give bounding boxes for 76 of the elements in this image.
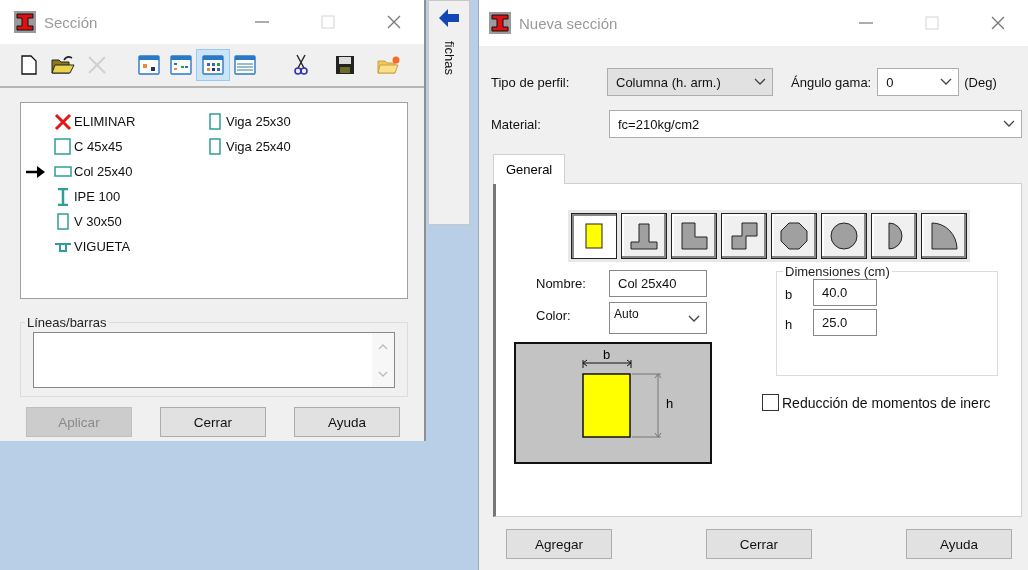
dialog-button[interactable]: Cerrar xyxy=(160,407,266,437)
left-arrow-icon xyxy=(439,9,459,27)
material-dropdown[interactable]: fc=210kg/cm2 xyxy=(609,110,1022,138)
list-view-icon xyxy=(202,55,224,75)
tall-rectangle-section-icon xyxy=(208,113,221,130)
group-label: Dimensiones (cm) xyxy=(784,264,891,279)
i-beam-icon xyxy=(56,187,69,206)
chevron-down-icon xyxy=(1003,120,1015,128)
chevron-down-icon xyxy=(688,315,700,323)
small-icons-view-icon xyxy=(170,55,192,75)
angle-dropdown[interactable]: 0 xyxy=(877,68,960,96)
shape-button[interactable] xyxy=(671,213,717,259)
shape-button[interactable] xyxy=(871,213,917,259)
window-title: Nueva sección xyxy=(519,14,619,32)
chevron-down-icon xyxy=(754,78,766,86)
dialog-button[interactable]: Agregar xyxy=(506,529,612,559)
x-mark-icon xyxy=(53,112,72,131)
new-file-icon xyxy=(21,55,37,75)
section-item[interactable]: IPE 100 xyxy=(21,184,173,209)
field-label: Material: xyxy=(491,116,542,132)
details-view-icon xyxy=(234,55,256,75)
dimension-line xyxy=(582,359,632,369)
field-label: b xyxy=(785,286,794,302)
tab[interactable]: General xyxy=(493,154,566,184)
shape-button[interactable] xyxy=(571,213,617,259)
joist-section-icon xyxy=(53,241,72,252)
section-item[interactable]: ELIMINAR xyxy=(21,109,173,134)
shape-button[interactable] xyxy=(621,213,667,259)
close-button[interactable] xyxy=(386,14,402,30)
profile-type-dropdown[interactable]: Columna (h. arm.) xyxy=(607,68,773,96)
tab-label: fichas xyxy=(441,41,457,75)
section-item[interactable]: Viga 25x30 xyxy=(173,109,323,134)
section-shape xyxy=(582,373,631,438)
field-label: Ángulo gama: xyxy=(791,74,872,90)
shape-button[interactable] xyxy=(771,213,817,259)
delete-icon xyxy=(87,55,107,75)
large-icons-view-icon xyxy=(138,55,160,75)
rectangle-section-icon xyxy=(53,166,72,177)
dimension-field[interactable]: 25.0 xyxy=(813,309,877,336)
section-item[interactable]: C 45x45 xyxy=(21,134,173,159)
field-label: Tipo de perfil: xyxy=(491,74,571,90)
unit-label: (Deg) xyxy=(964,74,997,90)
tall-rectangle-section-icon xyxy=(208,138,221,155)
app-icon xyxy=(489,12,511,34)
section-item[interactable]: Viga 25x40 xyxy=(173,134,323,159)
field-label: Nombre: xyxy=(535,276,587,291)
close-button[interactable] xyxy=(990,15,1006,31)
section-item[interactable]: VIGUETA xyxy=(21,234,173,259)
new-folder-icon xyxy=(377,55,401,75)
checkbox[interactable] xyxy=(762,394,779,411)
tall-rectangle-section-icon xyxy=(56,213,69,230)
name-field[interactable]: Col 25x40 xyxy=(609,270,707,297)
dimension-line xyxy=(631,373,662,438)
field-label: h xyxy=(785,316,794,332)
dialog-button[interactable]: Ayuda xyxy=(906,529,1012,559)
side-tab[interactable]: fichas xyxy=(428,0,470,225)
dimension-label: h xyxy=(666,396,674,411)
square-section-icon xyxy=(54,138,71,155)
dialog-button[interactable]: Cerrar xyxy=(706,529,812,559)
section-item[interactable]: Col 25x40 xyxy=(21,159,173,184)
shape-button[interactable] xyxy=(821,213,867,259)
checkbox-label: Reducción de momentos de inerc xyxy=(782,394,991,411)
shape-button[interactable] xyxy=(921,213,967,259)
field-label: Color: xyxy=(535,308,572,323)
dimension-label: b xyxy=(603,347,611,362)
scissors-icon xyxy=(294,54,308,76)
window-title: Sección xyxy=(44,13,99,31)
app-icon xyxy=(14,11,36,33)
group-label: Líneas/barras xyxy=(26,315,108,330)
open-folder-icon xyxy=(51,55,75,75)
section-item[interactable]: V 30x50 xyxy=(21,209,173,234)
dimension-field[interactable]: 40.0 xyxy=(813,279,877,306)
color-dropdown[interactable]: Auto xyxy=(609,302,707,334)
shape-button[interactable] xyxy=(721,213,767,259)
dialog-button[interactable]: Ayuda xyxy=(294,407,400,437)
chevron-down-icon xyxy=(940,78,953,86)
